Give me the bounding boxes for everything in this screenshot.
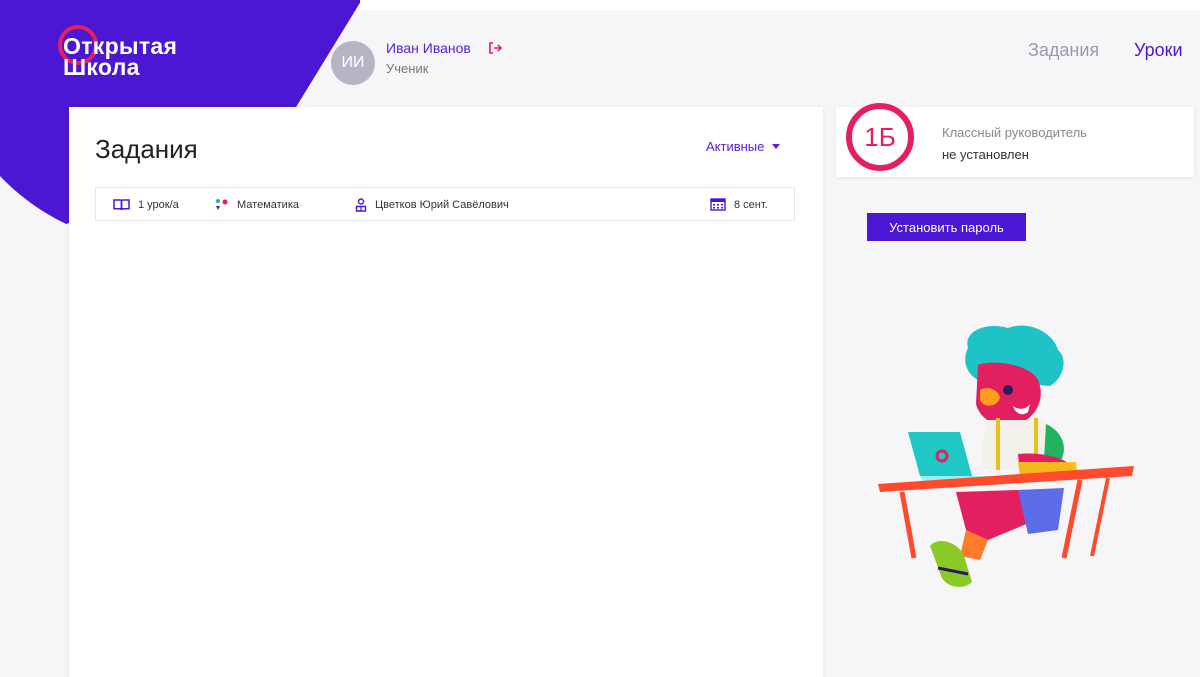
nav-lessons[interactable]: Уроки <box>1134 40 1183 61</box>
task-date: 8 сент. <box>710 198 768 211</box>
task-row[interactable]: 1 урок/а Математика Цветков Юрий Савёлов… <box>95 187 795 221</box>
logo-line-2: Школа <box>63 54 140 80</box>
task-teacher: Цветков Юрий Савёлович <box>355 198 509 212</box>
logout-icon[interactable] <box>487 40 503 56</box>
tasks-card: Задания Активные 1 урок/а Математика Цве… <box>69 107 823 677</box>
teacher-icon <box>355 198 367 212</box>
subject-icon <box>216 199 228 210</box>
class-card: 1Б Классный руководитель не установлен <box>836 103 1194 177</box>
page-title: Задания <box>95 134 198 164</box>
status-filter-label: Активные <box>706 139 765 154</box>
task-date-text: 8 сент. <box>734 198 768 211</box>
status-filter[interactable]: Активные <box>706 139 781 154</box>
homeroom-teacher-value: не установлен <box>942 147 1029 162</box>
student-laptop-illustration <box>878 325 1134 587</box>
task-lessons: 1 урок/а <box>113 198 179 211</box>
set-password-button[interactable]: Установить пароль <box>867 213 1026 241</box>
calendar-icon <box>710 198 726 211</box>
logo[interactable]: Открытая Школа <box>58 25 177 80</box>
nav-tasks[interactable]: Задания <box>1028 40 1099 61</box>
task-subject-text: Математика <box>237 199 299 211</box>
task-subject: Математика <box>214 198 299 212</box>
user-name[interactable]: Иван Иванов <box>386 40 471 56</box>
task-teacher-text: Цветков Юрий Савёлович <box>375 199 509 211</box>
homeroom-teacher-label: Классный руководитель <box>942 125 1087 140</box>
user-role: Ученик <box>386 61 429 76</box>
class-badge: 1Б <box>846 103 914 171</box>
book-icon <box>113 199 130 211</box>
avatar[interactable]: ИИ <box>331 41 375 85</box>
task-lessons-text: 1 урок/а <box>138 198 179 211</box>
chevron-down-icon <box>772 144 781 149</box>
